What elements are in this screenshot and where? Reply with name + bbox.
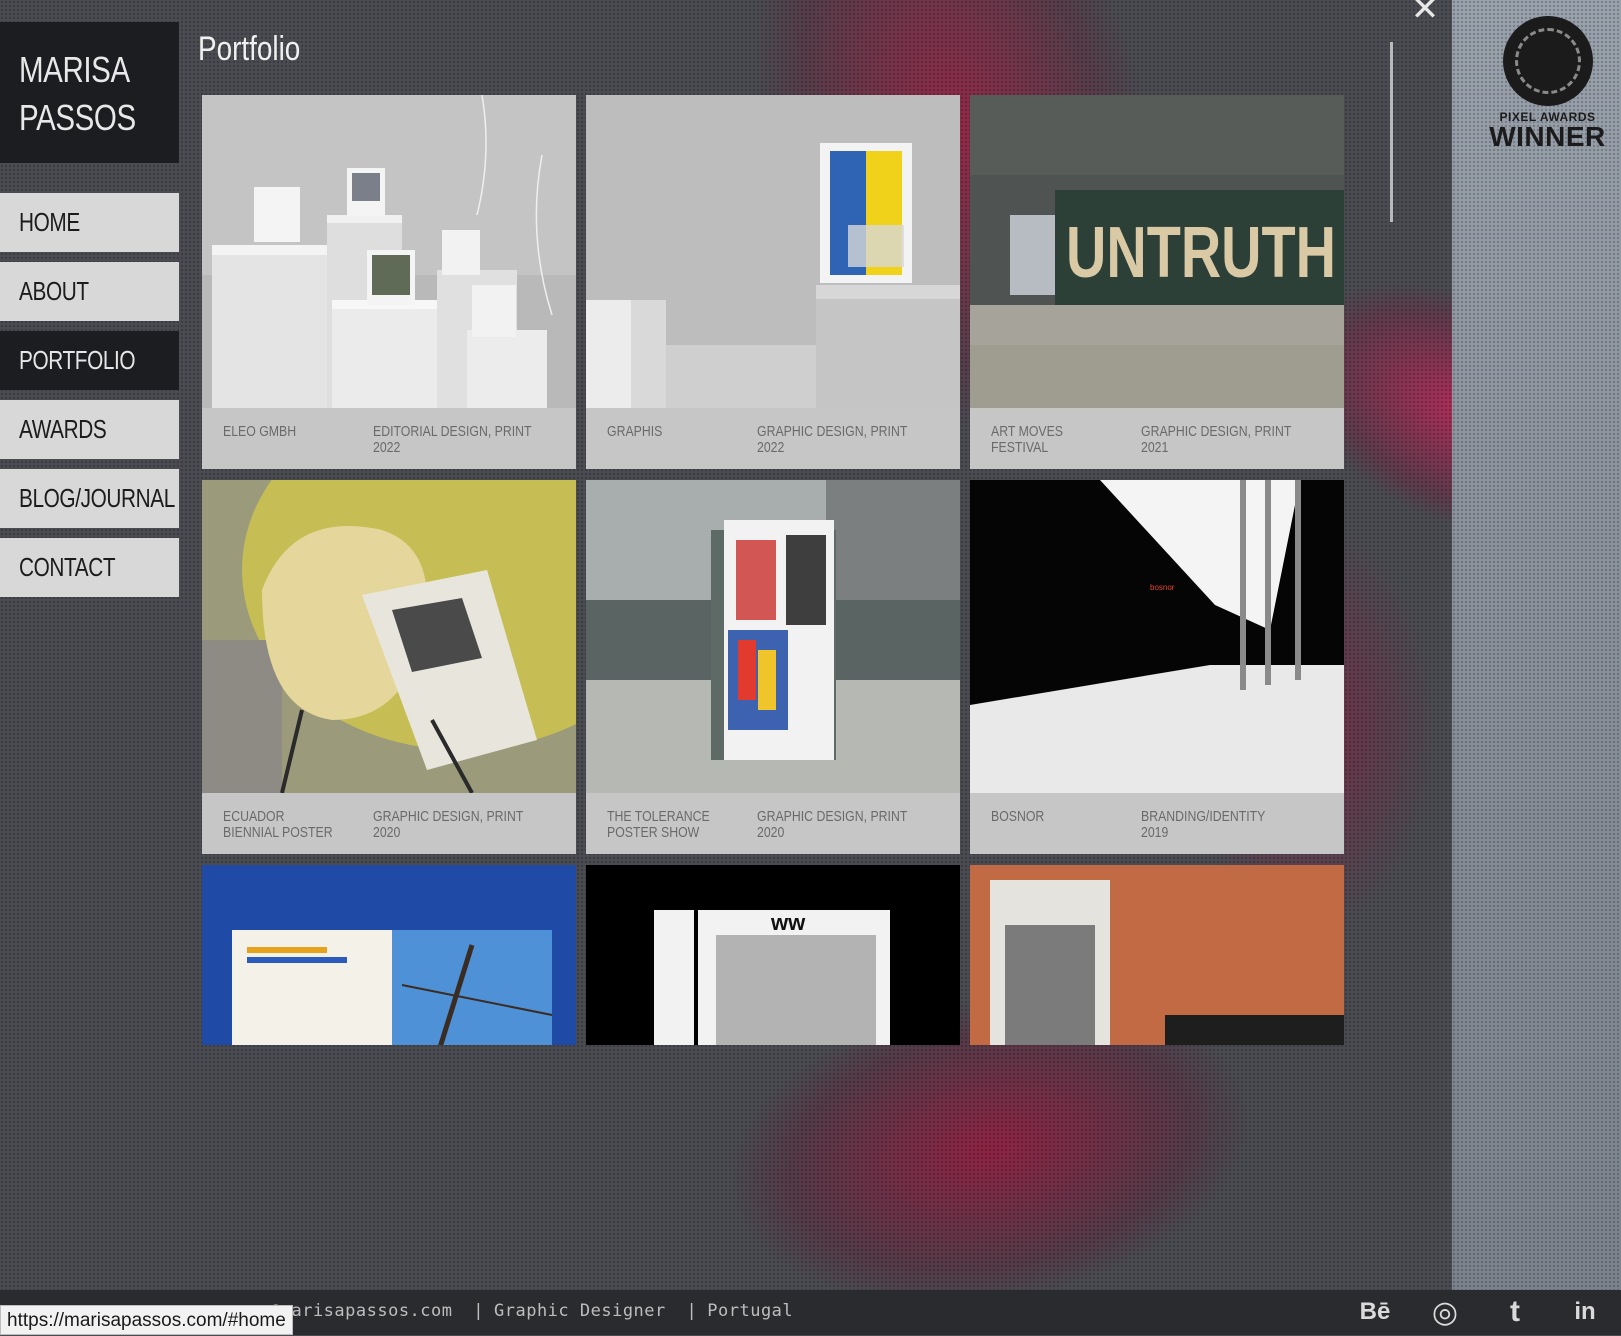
instagram-icon[interactable]: ◎ — [1425, 1296, 1465, 1329]
project-name: ELEO GMBH — [223, 423, 297, 440]
status-bar-url: https://marisapassos.com/#home — [0, 1305, 293, 1335]
project-thumbnail — [202, 480, 576, 793]
site-logo[interactable]: MARISA PASSOS — [0, 22, 179, 163]
portfolio-card[interactable]: ECUADOR BIENNIAL POSTER GRAPHIC DESIGN, … — [202, 480, 576, 854]
portfolio-card[interactable] — [202, 865, 576, 1045]
portfolio-card[interactable]: UNTRUTH ART MOVES FESTIVAL GRAPHIC DESIG… — [970, 95, 1344, 469]
portfolio-grid: ELEO GMBH EDITORIAL DESIGN, PRINT 2022 GR… — [202, 95, 1348, 1045]
award-seal-icon — [1502, 16, 1593, 106]
logo-line-1: MARISA — [19, 49, 130, 90]
nav-item-home[interactable]: HOME — [0, 193, 179, 252]
project-category: GRAPHIC DESIGN, PRINT 2020 — [757, 808, 908, 841]
project-name: BOSNOR — [991, 808, 1045, 825]
project-thumbnail — [202, 865, 576, 1045]
project-caption: ELEO GMBH EDITORIAL DESIGN, PRINT 2022 — [202, 408, 576, 469]
project-caption: ART MOVES FESTIVAL GRAPHIC DESIGN, PRINT… — [970, 408, 1344, 469]
project-name: ART MOVES FESTIVAL — [991, 423, 1064, 456]
page-title: Portfolio — [198, 30, 301, 68]
project-category: GRAPHIC DESIGN, PRINT 2022 — [757, 423, 908, 456]
nav-item-about[interactable]: ABOUT — [0, 262, 179, 321]
portfolio-card[interactable]: THE TOLERANCE POSTER SHOW GRAPHIC DESIGN… — [586, 480, 960, 854]
project-category: GRAPHIC DESIGN, PRINT 2020 — [373, 808, 524, 841]
linkedin-icon[interactable]: in — [1565, 1296, 1605, 1328]
project-thumbnail — [970, 865, 1344, 1045]
svg-text:ww: ww — [770, 910, 806, 935]
nav-item-contact[interactable]: CONTACT — [0, 538, 179, 597]
project-caption: ECUADOR BIENNIAL POSTER GRAPHIC DESIGN, … — [202, 793, 576, 854]
svg-text:bosnor: bosnor — [1150, 583, 1175, 592]
footer-email[interactable]: @marisapassos.com — [270, 1301, 453, 1321]
portfolio-card[interactable]: ww — [586, 865, 960, 1045]
footer-info: @marisapassos.com | Graphic Designer | Por… — [270, 1301, 794, 1321]
project-thumbnail: bosnor — [970, 480, 1344, 793]
behance-icon[interactable]: Bē — [1355, 1296, 1395, 1328]
project-thumbnail — [202, 95, 576, 408]
logo-line-2: PASSOS — [19, 97, 136, 138]
project-caption: THE TOLERANCE POSTER SHOW GRAPHIC DESIGN… — [586, 793, 960, 854]
project-name: THE TOLERANCE POSTER SHOW — [607, 808, 710, 841]
footer-role: Graphic Designer — [494, 1301, 666, 1321]
nav-item-awards[interactable]: AWARDS — [0, 400, 179, 459]
project-thumbnail: UNTRUTH — [970, 95, 1344, 408]
portfolio-card[interactable] — [970, 865, 1344, 1045]
project-caption: BOSNOR BRANDING/IDENTITY 2019 — [970, 793, 1344, 854]
portfolio-card[interactable]: ELEO GMBH EDITORIAL DESIGN, PRINT 2022 — [202, 95, 576, 469]
main-nav: HOME ABOUT PORTFOLIO AWARDS BLOG/JOURNAL… — [0, 193, 179, 607]
nav-item-portfolio[interactable]: PORTFOLIO — [0, 331, 179, 390]
project-caption: GRAPHIS GRAPHIC DESIGN, PRINT 2022 — [586, 408, 960, 469]
scrollbar[interactable] — [1390, 42, 1393, 222]
pixel-awards-badge[interactable]: PIXEL AWARDS WINNER — [1485, 16, 1610, 156]
footer-location: Portugal — [707, 1301, 794, 1321]
project-thumbnail: ww — [586, 865, 960, 1045]
project-thumbnail — [586, 95, 960, 408]
project-category: BRANDING/IDENTITY 2019 — [1141, 808, 1266, 841]
project-thumbnail — [586, 480, 960, 793]
project-category: GRAPHIC DESIGN, PRINT 2021 — [1141, 423, 1292, 456]
svg-text:UNTRUTH: UNTRUTH — [1066, 213, 1336, 293]
project-name: ECUADOR BIENNIAL POSTER — [223, 808, 333, 841]
portfolio-card[interactable]: GRAPHIS GRAPHIC DESIGN, PRINT 2022 — [586, 95, 960, 469]
project-category: EDITORIAL DESIGN, PRINT 2022 — [373, 423, 532, 456]
portfolio-card[interactable]: bosnor BOSNOR BRANDING/IDENTITY 2019 — [970, 480, 1344, 854]
project-name: GRAPHIS — [607, 423, 663, 440]
nav-item-blog-journal[interactable]: BLOG/JOURNAL — [0, 469, 179, 528]
tumblr-icon[interactable]: t — [1495, 1295, 1535, 1328]
close-icon[interactable]: ✕ — [1410, 0, 1440, 26]
